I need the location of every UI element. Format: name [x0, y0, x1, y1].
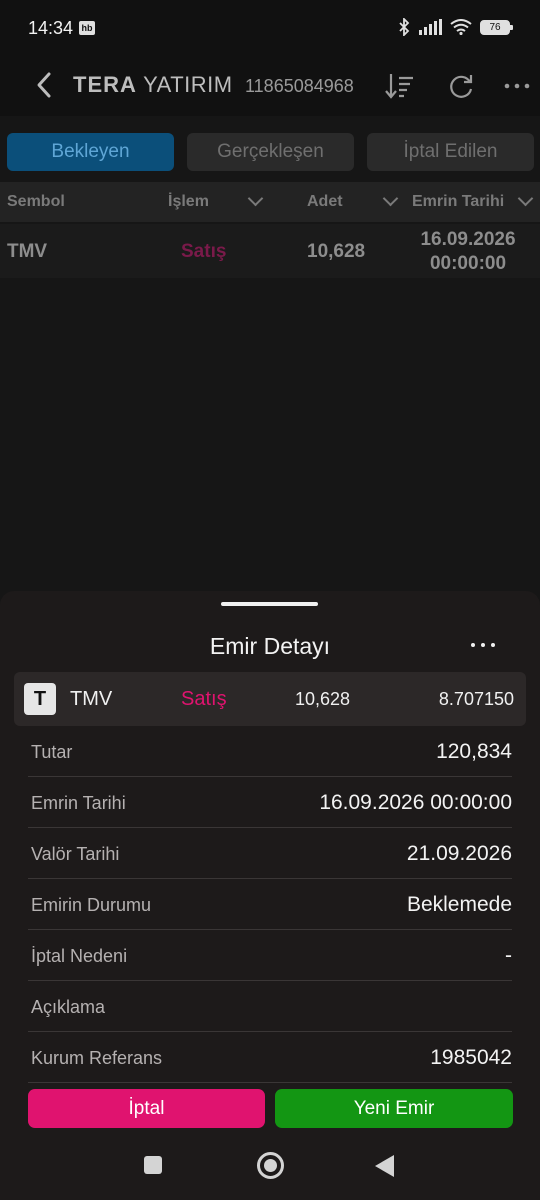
detail-value: 21.09.2026 [406, 842, 512, 865]
app-bar: TERA YATIRIM 11865084968 [0, 56, 540, 116]
detail-value: 16.09.2026 00:00:00 [319, 791, 512, 814]
status-bar: 14:34 hb 76 [0, 0, 540, 56]
brand-logo: TERA YATIRIM [73, 72, 233, 98]
brand-logo-bold: TERA [73, 72, 137, 97]
detail-label: Açıklama [31, 997, 106, 1017]
account-number: 11865084968 [245, 76, 354, 96]
detail-row-iptal-nedeni: İptal Nedeni - [28, 930, 512, 981]
home-icon[interactable] [257, 1152, 284, 1179]
status-time: 14:34 [28, 18, 74, 38]
row-qty: 10,628 [307, 241, 366, 262]
chevron-down-icon[interactable] [382, 190, 399, 207]
order-detail-sheet: Emir Detayı T TMV Satış 10,628 8.707150 … [0, 591, 540, 1200]
row-date-time: 00:00:00 [429, 253, 507, 274]
battery-icon: 76 [480, 19, 513, 35]
refresh-icon[interactable] [445, 70, 477, 102]
order-tabs: Bekleyen Gerçekleşen İptal Edilen [7, 133, 534, 173]
detail-label: Emirin Durumu [31, 895, 152, 915]
detail-row-aciklama: Açıklama [28, 981, 512, 1032]
detail-value: 120,834 [436, 740, 512, 763]
detail-label: İptal Nedeni [31, 946, 128, 966]
row-symbol: TMV [7, 241, 48, 262]
brand-logo-rest: YATIRIM [143, 72, 233, 97]
detail-row-emirin-durumu: Emirin Durumu Beklemede [28, 879, 512, 930]
detail-value: Beklemede [406, 893, 512, 916]
detail-row-emrin-tarihi: Emrin Tarihi 16.09.2026 00:00:00 [28, 777, 512, 828]
more-options-icon[interactable] [501, 70, 533, 102]
col-header-side[interactable]: İşlem [168, 193, 209, 211]
detail-label: Valör Tarihi [31, 844, 120, 864]
detail-row-kurum-referans: Kurum Referans 1985042 [28, 1032, 512, 1083]
bluetooth-icon [399, 18, 410, 36]
system-nav-bar [0, 1130, 540, 1200]
sort-icon[interactable] [383, 70, 415, 102]
row-side: Satış [181, 241, 227, 262]
new-order-button[interactable]: Yeni Emir [275, 1089, 513, 1128]
order-details-list: Tutar 120,834 Emrin Tarihi 16.09.2026 00:0… [28, 726, 512, 1083]
detail-row-valor-tarihi: Valör Tarihi 21.09.2026 [28, 828, 512, 879]
cancel-order-button[interactable]: İptal [28, 1089, 265, 1128]
summary-symbol: TMV [70, 688, 113, 710]
recent-apps-icon[interactable] [144, 1156, 162, 1174]
symbol-logo-badge: T [24, 683, 56, 715]
summary-qty: 10,628 [295, 689, 351, 709]
chevron-down-icon[interactable] [247, 190, 264, 207]
col-header-symbol[interactable]: Sembol [7, 193, 65, 211]
row-date-day: 16.09.2026 [420, 229, 516, 250]
col-header-qty[interactable]: Adet [307, 193, 343, 211]
back-icon[interactable] [375, 1155, 394, 1177]
row-date: 16.09.2026 00:00:00 [404, 228, 532, 276]
tab-gerceklesen[interactable]: Gerçekleşen [187, 133, 354, 171]
chevron-down-icon[interactable] [517, 190, 534, 207]
signal-icon [419, 19, 442, 35]
detail-label: Tutar [31, 742, 73, 762]
orders-table-header: Sembol İşlem Adet Emrin Tarihi [0, 182, 540, 222]
detail-row-tutar: Tutar 120,834 [28, 726, 512, 777]
col-header-date[interactable]: Emrin Tarihi [412, 193, 504, 211]
summary-side: Satış [181, 688, 227, 710]
detail-value: - [505, 944, 512, 967]
detail-label: Kurum Referans [31, 1048, 163, 1068]
status-icons: 76 [398, 18, 513, 36]
table-row[interactable]: TMV Satış 10,628 16.09.2026 00:00:00 [0, 224, 540, 278]
detail-value: 1985042 [430, 1046, 512, 1069]
tab-iptal-edilen[interactable]: İptal Edilen [367, 133, 534, 171]
detail-label: Emrin Tarihi [31, 793, 126, 813]
tab-bekleyen[interactable]: Bekleyen [7, 133, 174, 171]
sheet-drag-handle[interactable] [221, 602, 318, 606]
back-arrow-icon[interactable] [30, 70, 60, 100]
battery-level: 76 [489, 21, 501, 33]
wifi-icon [450, 19, 472, 35]
summary-price: 8.707150 [438, 689, 514, 709]
order-summary: T TMV Satış 10,628 8.707150 [14, 672, 526, 726]
sheet-more-icon[interactable] [471, 643, 495, 647]
notification-badge: hb [79, 21, 95, 35]
sheet-title: Emir Detayı [209, 633, 331, 659]
